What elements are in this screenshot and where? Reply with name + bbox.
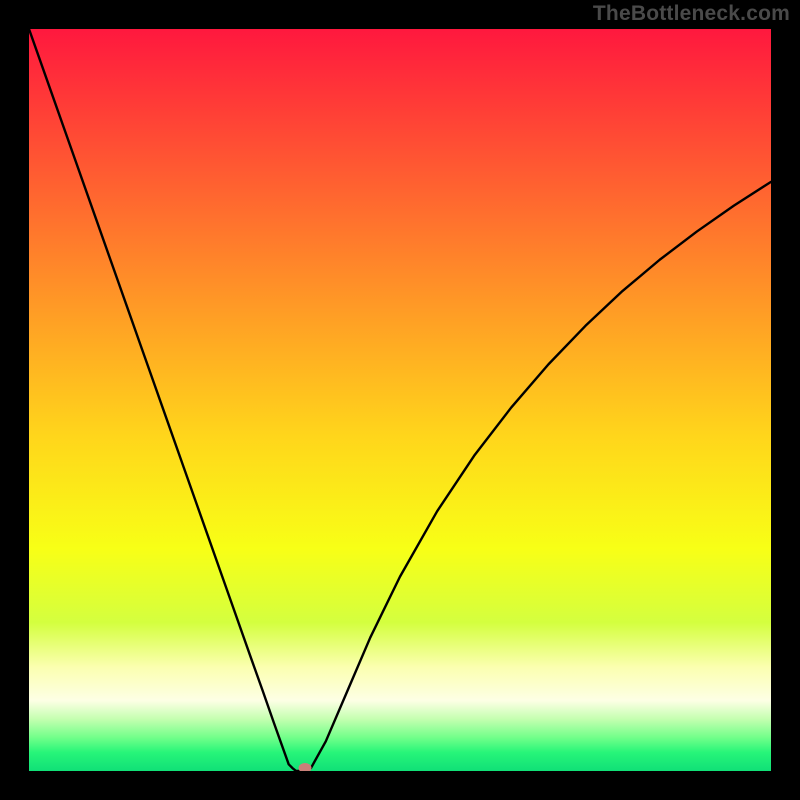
chart-container: TheBottleneck.com — [0, 0, 800, 800]
watermark-text: TheBottleneck.com — [593, 2, 790, 26]
gradient-background — [29, 29, 771, 771]
chart-svg — [29, 29, 771, 771]
plot-area — [29, 29, 771, 771]
